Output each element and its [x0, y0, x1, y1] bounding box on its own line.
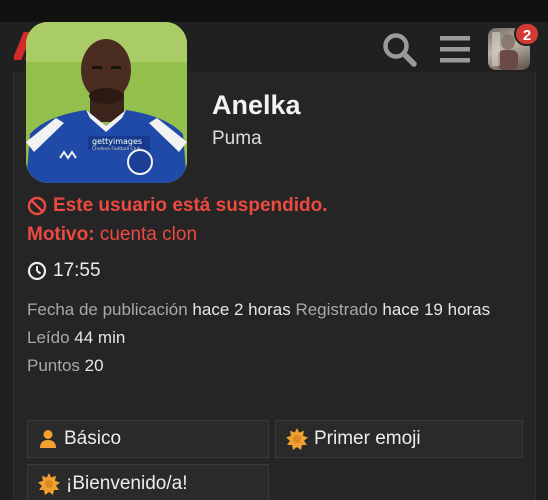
suspension-reason: Motivo: cuenta clon [27, 224, 197, 246]
suspension-message: Este usuario está suspendido. [53, 195, 328, 216]
stat-row-read: Leído 44 min [27, 328, 125, 348]
search-button[interactable] [380, 30, 418, 68]
posted-label: Fecha de publicación [27, 300, 188, 319]
points-value: 20 [84, 356, 104, 375]
search-icon [383, 33, 417, 67]
suspension-notice: Este usuario está suspendido. [27, 195, 328, 217]
clock-icon [27, 261, 47, 281]
menu-button[interactable] [436, 32, 474, 66]
local-time-value: 17:55 [53, 260, 101, 281]
photo-watermark: gettyimages [92, 137, 142, 146]
badge-burst-icon [286, 428, 308, 450]
status-bar [0, 0, 548, 22]
registered-label: Registrado [295, 300, 378, 319]
notification-badge[interactable]: 2 [514, 22, 540, 46]
user-title: Puma [212, 128, 262, 149]
ban-icon [27, 196, 47, 216]
user-icon [40, 430, 56, 448]
read-value: 44 min [74, 328, 126, 347]
user-name: Anelka [212, 90, 301, 120]
badge-label: Básico [64, 428, 122, 449]
hamburger-icon [440, 36, 470, 63]
badge-label: ¡Bienvenido/a! [66, 473, 188, 494]
badge-welcome[interactable]: ¡Bienvenido/a! [27, 464, 269, 500]
stat-row-points: Puntos 20 [27, 356, 104, 376]
badge-basic[interactable]: Básico [27, 420, 269, 458]
badge-burst-icon [38, 473, 60, 495]
badge-first-emoji[interactable]: Primer emoji [275, 420, 523, 458]
points-label: Puntos [27, 356, 80, 375]
reason-value: cuenta clon [99, 224, 198, 245]
user-avatar[interactable]: gettyimages Chelsea Football Club [26, 22, 187, 183]
registered-value: hace 19 horas [382, 300, 491, 319]
local-time: 17:55 [27, 260, 101, 282]
reason-label: Motivo: [27, 224, 95, 245]
badge-label: Primer emoji [314, 428, 421, 449]
stat-row-dates: Fecha de publicación hace 2 horas Regist… [27, 300, 490, 320]
posted-value: hace 2 horas [192, 300, 291, 319]
read-label: Leído [27, 328, 70, 347]
